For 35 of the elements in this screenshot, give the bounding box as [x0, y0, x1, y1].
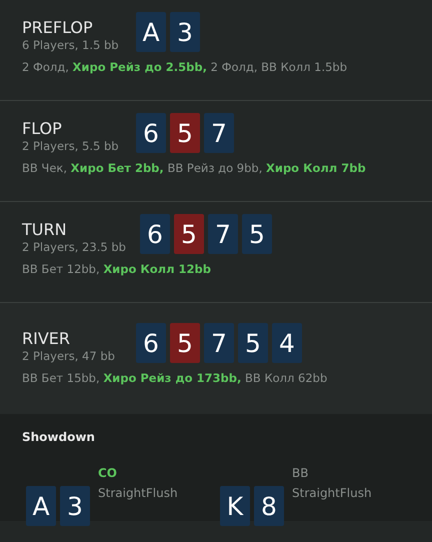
playing-card: 5 — [174, 214, 204, 254]
playing-card: 4 — [272, 323, 302, 363]
playing-card: 7 — [208, 214, 238, 254]
action-summary: BB Чек, Хиро Бет 2bb, BB Рейз до 9bb, Хиро Колл 7bb — [22, 161, 367, 175]
playing-card: 5 — [242, 214, 272, 254]
street-name: PREFLOP — [22, 18, 94, 37]
playing-card: 5 — [170, 113, 200, 153]
playing-card: 5 — [170, 323, 200, 363]
playing-card: A — [26, 486, 56, 526]
street-name: RIVER — [22, 329, 72, 348]
action-summary: BB Бет 12bb, Хиро Колл 12bb — [22, 262, 212, 276]
player-position: BB — [292, 466, 310, 480]
hand-rank: StraightFlush — [292, 486, 372, 500]
playing-card: 3 — [170, 12, 200, 52]
playing-card: 6 — [140, 214, 170, 254]
street-info: 6 Players, 1.5 bb — [22, 38, 120, 52]
playing-card: 5 — [238, 323, 268, 363]
street-name: FLOP — [22, 119, 63, 138]
showdown-title: Showdown — [22, 430, 96, 444]
playing-card: 7 — [204, 323, 234, 363]
street-name: TURN — [22, 220, 68, 239]
playing-card: 6 — [136, 323, 166, 363]
action-summary: BB Бет 15bb, Хиро Рейз до 173bb, BB Колл 62bb — [22, 371, 328, 385]
action-summary: 2 Фолд, Хиро Рейз до 2.5bb, 2 Фолд, BB Колл 1.5bb — [22, 60, 348, 74]
player-position: CO — [98, 466, 118, 480]
hand-rank: StraightFlush — [98, 486, 178, 500]
playing-card: 3 — [60, 486, 90, 526]
street-info: 2 Players, 5.5 bb — [22, 139, 120, 153]
playing-card: 6 — [136, 113, 166, 153]
playing-card: 8 — [254, 486, 284, 526]
street-info: 2 Players, 47 bb — [22, 349, 116, 363]
playing-card: K — [220, 486, 250, 526]
street-info: 2 Players, 23.5 bb — [22, 240, 126, 254]
playing-card: A — [136, 12, 166, 52]
playing-card: 7 — [204, 113, 234, 153]
